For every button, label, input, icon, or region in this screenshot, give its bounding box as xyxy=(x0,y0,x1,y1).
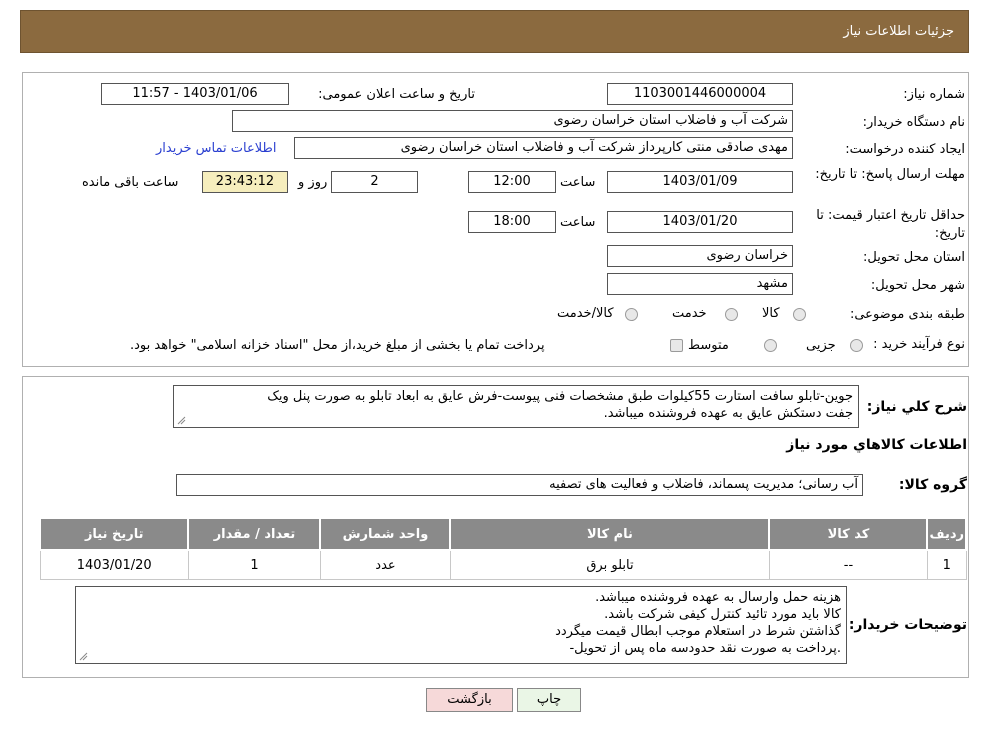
buyer-org-field[interactable]: شرکت آب و فاضلاب استان خراسان رضوی xyxy=(232,110,793,132)
category-goods-radio[interactable] xyxy=(793,308,806,321)
col-qty: تعداد / مقدار xyxy=(187,517,322,551)
buyer-note-line: هزینه حمل وارسال به عهده فروشنده میباشد. xyxy=(595,590,841,605)
buyer-note-line: گذاشتن شرط در استعلام موجب ابطال قیمت می… xyxy=(555,624,841,639)
reply-time-field[interactable]: 12:00 xyxy=(468,171,556,193)
category-label: طبقه بندی موضوعی: xyxy=(849,307,965,322)
category-goods-label: کالا xyxy=(762,306,780,321)
col-name: نام کالا xyxy=(449,517,771,551)
resize-grip-icon[interactable] xyxy=(79,652,88,661)
reply-time-label: ساعت xyxy=(560,175,596,190)
process-medium-radio[interactable] xyxy=(764,339,777,352)
reply-deadline-label: مهلت ارسال پاسخ: تا تاریخ: xyxy=(815,167,965,182)
buyer-org-label: نام دستگاه خریدار: xyxy=(862,115,965,130)
need-number-label: شماره نیاز: xyxy=(903,87,965,102)
province-field[interactable]: خراسان رضوی xyxy=(607,245,793,267)
category-goods-service-label: کالا/خدمت xyxy=(557,306,614,321)
page-title: جزئیات اطلاعات نیاز xyxy=(843,24,954,39)
col-unit: واحد شمارش xyxy=(319,517,452,551)
price-validity-date-field[interactable]: 1403/01/20 xyxy=(607,211,793,233)
buyer-notes-label: توضیحات خریدار: xyxy=(848,617,967,633)
city-label: شهر محل تحویل: xyxy=(870,278,965,293)
process-medium-label: متوسط xyxy=(688,338,729,353)
process-note: پرداخت تمام یا بخشی از مبلغ خرید،از محل … xyxy=(130,338,545,353)
cell-qty: 1 xyxy=(187,549,321,580)
description-line-2: جفت دستکش عایق به عهده فروشنده میباشد. xyxy=(603,406,853,421)
process-type-label: نوع فرآیند خرید : xyxy=(873,337,965,352)
category-service-radio[interactable] xyxy=(725,308,738,321)
process-minor-radio[interactable] xyxy=(850,339,863,352)
announce-datetime-field[interactable]: 1403/01/06 - 11:57 xyxy=(101,83,289,105)
description-line-1: جوین-تابلو سافت استارت 55کیلوات طبق مشخص… xyxy=(267,389,853,404)
reply-date-field[interactable]: 1403/01/09 xyxy=(607,171,793,193)
cell-unit: عدد xyxy=(319,549,451,580)
price-time-label: ساعت xyxy=(560,215,596,230)
cell-code: -- xyxy=(768,549,928,580)
cell-row: 1 xyxy=(926,549,967,580)
cell-date: 1403/01/20 xyxy=(39,549,189,580)
treasury-checkbox[interactable] xyxy=(670,339,683,352)
cell-name: تابلو برق xyxy=(449,549,770,580)
page-header: جزئیات اطلاعات نیاز xyxy=(20,10,969,53)
goods-table-header: ردیف کد کالا نام کالا واحد شمارش تعداد /… xyxy=(38,517,967,551)
col-date: تاریخ نیاز xyxy=(38,517,190,551)
goods-group-field[interactable]: آب رسانی؛ مدیریت پسماند، فاضلاب و فعالیت… xyxy=(176,474,863,496)
need-number-field[interactable]: 1103001446000004 xyxy=(607,83,793,105)
price-validity-label: حداقل تاریخ اعتبار قیمت: تا تاریخ: xyxy=(816,208,965,241)
creator-label: ایجاد کننده درخواست: xyxy=(845,142,965,157)
print-button[interactable]: چاپ xyxy=(517,688,581,712)
goods-section-title: اطلاعات کالاهاي مورد نیاز xyxy=(786,437,967,453)
price-validity-time-field[interactable]: 18:00 xyxy=(468,211,556,233)
days-label: روز و xyxy=(298,175,328,190)
buyer-note-line: .پرداخت به صورت نقد حدودسه ماه پس از تحو… xyxy=(569,641,841,656)
category-service-label: خدمت xyxy=(672,306,707,321)
remaining-days-field[interactable]: 2 xyxy=(331,171,418,193)
remaining-time-label: ساعت باقی مانده xyxy=(82,175,179,190)
col-code: کد کالا xyxy=(768,517,929,551)
announce-datetime-label: تاریخ و ساعت اعلان عمومی: xyxy=(318,87,475,102)
goods-table: ردیف کد کالا نام کالا واحد شمارش تعداد /… xyxy=(38,517,967,580)
city-field[interactable]: مشهد xyxy=(607,273,793,295)
description-textarea[interactable]: جوین-تابلو سافت استارت 55کیلوات طبق مشخص… xyxy=(173,385,859,428)
process-minor-label: جزیی xyxy=(806,338,836,353)
resize-grip-icon[interactable] xyxy=(177,416,186,425)
province-label: استان محل تحویل: xyxy=(863,250,965,265)
creator-field[interactable]: مهدی صادقی منتی کارپرداز شرکت آب و فاضلا… xyxy=(294,137,793,159)
category-goods-service-radio[interactable] xyxy=(625,308,638,321)
buyer-note-line: کالا باید مورد تائید کنترل کیفی شرکت باش… xyxy=(604,607,841,622)
buyer-contact-link[interactable]: اطلاعات تماس خریدار xyxy=(156,141,276,156)
buyer-notes-textarea[interactable]: هزینه حمل وارسال به عهده فروشنده میباشد.… xyxy=(75,586,847,664)
col-row: ردیف xyxy=(926,517,967,551)
remaining-time-field: 23:43:12 xyxy=(202,171,288,193)
table-row[interactable]: 1 -- تابلو برق عدد 1 1403/01/20 xyxy=(39,549,967,580)
description-label: شرح کلي نیاز: xyxy=(866,399,967,415)
goods-group-label: گروه کالا: xyxy=(898,477,967,493)
back-button[interactable]: بازگشت xyxy=(426,688,513,712)
